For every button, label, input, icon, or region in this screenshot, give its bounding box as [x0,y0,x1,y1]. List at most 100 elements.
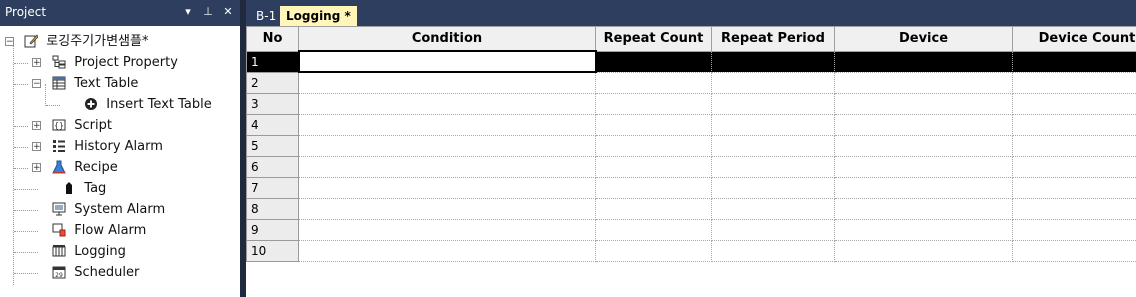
row-number-cell[interactable]: 9 [246,219,299,241]
condition-cell[interactable] [298,240,596,262]
device-count-cell[interactable] [1012,72,1136,94]
column-header-condition[interactable]: Condition [298,26,596,52]
repeat-count-cell[interactable] [595,93,712,115]
expand-script-icon[interactable]: + [32,121,41,131]
column-header-repeat-count[interactable]: Repeat Count [595,26,712,52]
table-row[interactable]: 9 [246,219,1136,241]
condition-cell[interactable] [298,177,596,199]
repeat-count-cell[interactable] [595,135,712,157]
row-number-cell[interactable]: 4 [246,114,299,136]
repeat-period-cell[interactable] [711,156,835,178]
tree-item-project-property[interactable]: + Project Property [4,52,178,73]
panel-dropdown-icon[interactable]: ▾ [182,4,194,20]
row-number-cell[interactable]: 6 [246,156,299,178]
repeat-period-cell[interactable] [711,72,835,94]
device-cell[interactable] [834,93,1013,115]
condition-cell[interactable] [298,156,596,178]
condition-cell[interactable] [298,198,596,220]
device-count-cell[interactable] [1012,93,1136,115]
table-row[interactable]: 3 [246,93,1136,115]
device-count-cell[interactable] [1012,114,1136,136]
table-row[interactable]: 2 [246,71,1136,94]
column-header-no[interactable]: No [246,26,299,52]
tree-item-scheduler[interactable]: 29 Scheduler [4,262,139,283]
table-row[interactable]: 6 [246,156,1136,178]
condition-cell[interactable] [298,93,596,115]
collapse-text-table-icon[interactable]: − [32,79,41,89]
table-row[interactable]: 5 [246,135,1136,157]
row-number-cell[interactable]: 10 [246,240,299,262]
device-cell[interactable] [834,219,1013,241]
column-header-device[interactable]: Device [834,26,1013,52]
table-row[interactable]: 1 [246,50,1136,73]
expand-recipe-icon[interactable]: + [32,163,41,173]
repeat-count-cell[interactable] [595,198,712,220]
device-cell[interactable] [834,240,1013,262]
tree-item-insert-text-table[interactable]: Insert Text Table [4,94,212,115]
tree-item-recipe[interactable]: + Recipe [4,157,118,178]
repeat-period-cell[interactable] [711,177,835,199]
table-row[interactable]: 7 [246,177,1136,199]
condition-cell[interactable] [298,114,596,136]
repeat-period-cell[interactable] [711,198,835,220]
tree-root-project[interactable]: − 로깅주기가변샘플* [4,31,148,52]
tree-item-flow-alarm[interactable]: Flow Alarm [4,220,146,241]
repeat-count-cell[interactable] [595,240,712,262]
repeat-period-cell[interactable] [711,93,835,115]
expand-project-property-icon[interactable]: + [32,58,41,68]
panel-pin-icon[interactable]: ⊥ [202,4,214,20]
device-cell[interactable] [834,156,1013,178]
table-row[interactable]: 4 [246,114,1136,136]
repeat-period-cell[interactable] [711,51,835,73]
device-cell[interactable] [834,114,1013,136]
device-cell[interactable] [834,198,1013,220]
repeat-period-cell[interactable] [711,135,835,157]
expand-history-alarm-icon[interactable]: + [32,142,41,152]
repeat-period-cell[interactable] [711,219,835,241]
condition-cell[interactable] [298,72,596,94]
collapse-root-icon[interactable]: − [5,37,14,47]
row-number-cell[interactable]: 5 [246,135,299,157]
device-count-cell[interactable] [1012,51,1136,73]
device-count-cell[interactable] [1012,198,1136,220]
device-cell[interactable] [834,135,1013,157]
tree-item-script[interactable]: + {} Script [4,115,112,136]
tree-item-text-table[interactable]: − Text Table [4,73,138,94]
repeat-count-cell[interactable] [595,114,712,136]
tree-item-history-alarm[interactable]: + History Alarm [4,136,163,157]
repeat-count-cell[interactable] [595,177,712,199]
tree-item-label: Project Property [74,55,178,70]
condition-cell[interactable] [298,135,596,157]
device-cell[interactable] [834,72,1013,94]
tree-item-system-alarm[interactable]: System Alarm [4,199,165,220]
repeat-count-cell[interactable] [595,51,712,73]
row-number-cell[interactable]: 7 [246,177,299,199]
repeat-count-cell[interactable] [595,156,712,178]
table-row[interactable]: 8 [246,198,1136,220]
column-header-device-count[interactable]: Device Count [1012,26,1136,52]
row-number-cell[interactable]: 8 [246,198,299,220]
tab-logging[interactable]: Logging * [280,6,357,26]
device-cell[interactable] [834,51,1013,73]
row-number-cell[interactable]: 2 [246,71,299,94]
condition-cell[interactable] [297,50,597,73]
repeat-count-cell[interactable] [595,72,712,94]
device-count-cell[interactable] [1012,219,1136,241]
tab-b1[interactable]: B-1 [250,6,282,26]
device-count-cell[interactable] [1012,177,1136,199]
panel-close-icon[interactable]: ✕ [222,4,234,20]
column-header-repeat-period[interactable]: Repeat Period [711,26,835,52]
device-count-cell[interactable] [1012,135,1136,157]
condition-cell[interactable] [298,219,596,241]
repeat-period-cell[interactable] [711,240,835,262]
device-cell[interactable] [834,177,1013,199]
row-number-cell[interactable]: 3 [246,93,299,115]
device-count-cell[interactable] [1012,156,1136,178]
repeat-period-cell[interactable] [711,114,835,136]
table-row[interactable]: 10 [246,240,1136,262]
row-number-cell[interactable]: 1 [246,50,299,73]
repeat-count-cell[interactable] [595,219,712,241]
tree-item-logging[interactable]: Logging [4,241,126,262]
device-count-cell[interactable] [1012,240,1136,262]
tree-item-tag[interactable]: Tag [4,178,106,199]
